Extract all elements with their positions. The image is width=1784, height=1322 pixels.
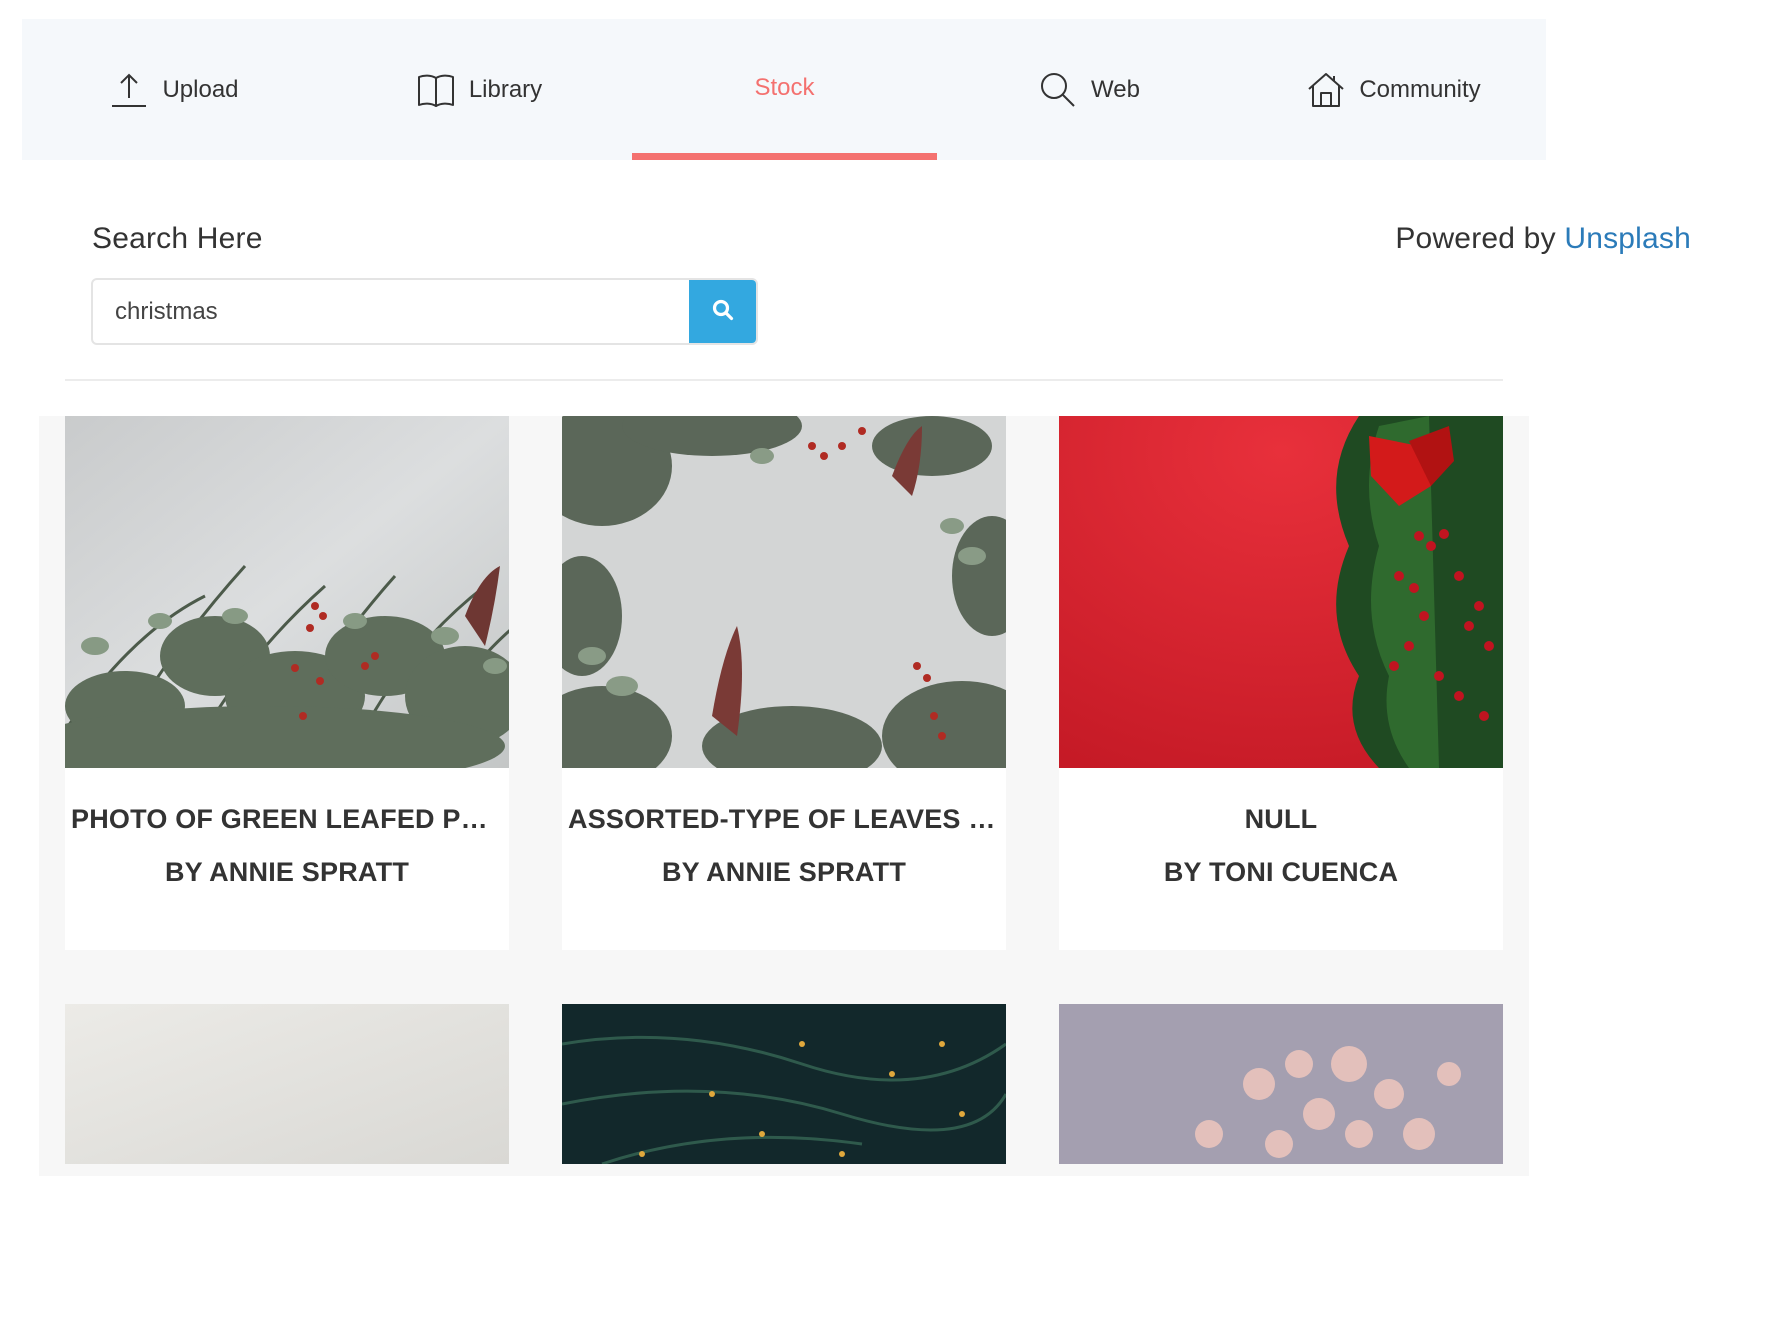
home-icon <box>1307 71 1345 109</box>
tab-upload[interactable]: Upload <box>22 19 327 160</box>
result-card[interactable] <box>1059 1004 1503 1164</box>
upload-icon <box>110 71 148 109</box>
result-photo[interactable] <box>65 416 509 768</box>
tab-web-label: Web <box>1091 75 1140 103</box>
result-title: PHOTO OF GREEN LEAFED PLANT <box>71 804 509 834</box>
tab-upload-label: Upload <box>162 75 239 103</box>
result-title: ASSORTED-TYPE OF LEAVES LAID <box>568 804 1006 834</box>
search-box <box>91 278 758 345</box>
search-button[interactable] <box>689 280 756 343</box>
unsplash-link[interactable]: Unsplash <box>1564 222 1691 255</box>
result-author: BY ANNIE SPRATT <box>661 857 907 887</box>
search-heading: Search Here <box>92 222 263 255</box>
result-card[interactable] <box>562 1004 1006 1164</box>
tab-community-label: Community <box>1359 75 1481 103</box>
result-card[interactable]: ASSORTED-TYPE OF LEAVES LAID BY ANNIE SP… <box>562 416 1006 950</box>
result-photo[interactable] <box>1059 416 1503 768</box>
result-card[interactable] <box>65 1004 509 1164</box>
result-photo[interactable] <box>562 416 1006 768</box>
result-author: BY TONI CUENCA <box>1163 857 1399 887</box>
book-icon <box>417 72 455 108</box>
search-icon <box>1039 71 1077 109</box>
result-card[interactable]: NULL BY TONI CUENCA <box>1059 416 1503 950</box>
results-grid: PHOTO OF GREEN LEAFED PLANT BY ANNIE SPR… <box>39 416 1529 1176</box>
powered-by: Powered by Unsplash <box>1395 222 1691 256</box>
result-card[interactable]: PHOTO OF GREEN LEAFED PLANT BY ANNIE SPR… <box>65 416 509 950</box>
result-photo[interactable] <box>1059 1004 1503 1164</box>
divider <box>65 379 1503 381</box>
tab-stock[interactable]: Stock <box>632 19 937 160</box>
result-photo[interactable] <box>562 1004 1006 1164</box>
search-input[interactable] <box>93 280 691 343</box>
tab-community[interactable]: Community <box>1242 19 1546 160</box>
result-author: BY ANNIE SPRATT <box>164 857 410 887</box>
tab-library-label: Library <box>468 75 543 103</box>
search-icon <box>712 299 734 324</box>
powered-by-prefix: Powered by <box>1395 222 1556 255</box>
result-title: NULL <box>1244 804 1318 834</box>
active-tab-indicator <box>632 153 937 160</box>
tab-library[interactable]: Library <box>327 19 632 160</box>
result-photo[interactable] <box>65 1004 509 1164</box>
source-tab-bar: Upload Library Stock Web Community <box>22 19 1546 160</box>
tab-stock-label: Stock <box>754 73 815 101</box>
tab-web[interactable]: Web <box>937 19 1242 160</box>
